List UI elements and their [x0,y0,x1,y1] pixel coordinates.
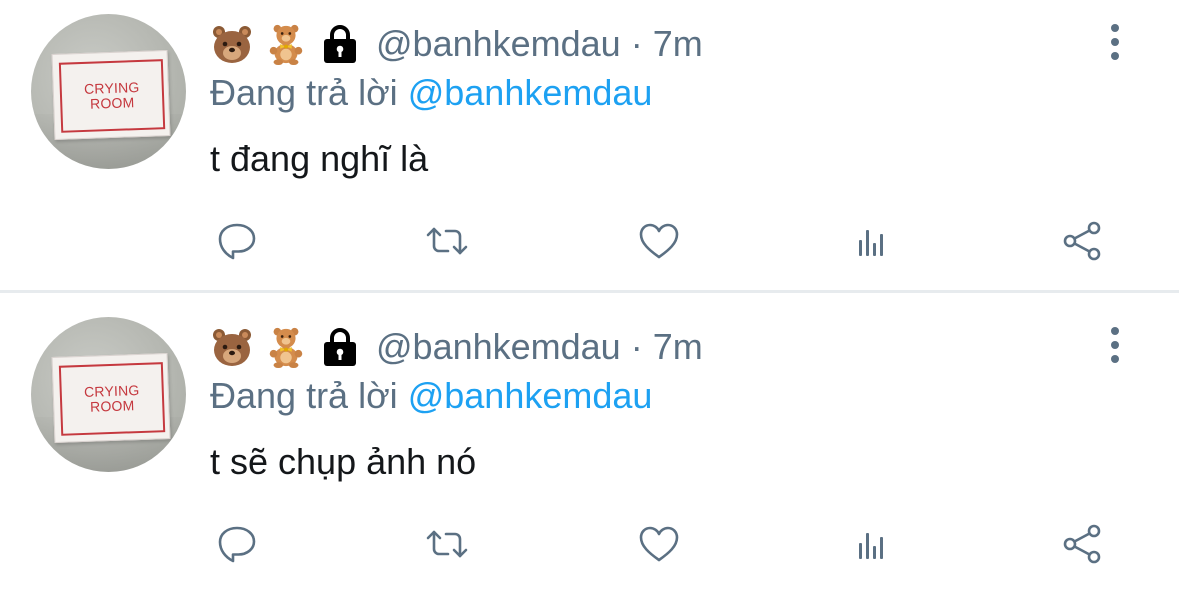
avatar[interactable]: CRYING ROOM [31,317,186,472]
tweet-divider [0,290,1179,293]
like-icon [636,521,682,571]
analytics-button[interactable] [846,218,896,268]
analytics-icon [848,521,894,571]
more-dot [1111,38,1119,46]
teddy-bear-icon [264,22,308,66]
tweet-meta[interactable]: @banhkemdau · 7m [376,326,703,368]
bear-face-icon [210,22,254,66]
reply-mention-link[interactable]: @banhkemdau [408,72,653,113]
lock-icon [318,22,362,66]
reply-prefix: Đang trả lời [210,375,398,416]
like-button[interactable] [634,521,684,571]
tweet[interactable]: CRYING ROOM @banhkemdau · 7m Đang trả lờ… [0,0,1179,290]
avatar-sign-line2: ROOM [89,397,135,415]
tweet-actions [0,521,1179,571]
avatar[interactable]: CRYING ROOM [31,14,186,169]
user-handle[interactable]: @banhkemdau [376,326,621,367]
more-dot [1111,327,1119,335]
tweet-header: @banhkemdau · 7m [210,16,703,72]
teddy-bear-icon [264,325,308,369]
share-icon [1059,521,1105,571]
retweet-button[interactable] [422,218,472,268]
retweet-button[interactable] [422,521,472,571]
more-options-button[interactable] [1100,20,1130,64]
tweet[interactable]: CRYING ROOM @banhkemdau · 7m Đang trả lờ… [0,303,1179,591]
reply-button[interactable] [212,521,262,571]
more-dot [1111,52,1119,60]
meta-separator: · [630,23,643,64]
share-icon [1059,218,1105,268]
replying-to: Đang trả lời @banhkemdau [210,375,652,417]
user-handle[interactable]: @banhkemdau [376,23,621,64]
reply-icon [214,521,260,571]
reply-button[interactable] [212,218,262,268]
tweet-time[interactable]: 7m [653,23,703,64]
more-options-button[interactable] [1100,323,1130,367]
bear-face-icon [210,325,254,369]
more-dot [1111,341,1119,349]
lock-icon [318,325,362,369]
tweet-time[interactable]: 7m [653,326,703,367]
avatar-sign: CRYING ROOM [51,50,171,140]
reply-prefix: Đang trả lời [210,72,398,113]
reply-mention-link[interactable]: @banhkemdau [408,375,653,416]
retweet-icon [424,521,470,571]
replying-to: Đang trả lời @banhkemdau [210,72,652,114]
share-button[interactable] [1057,521,1107,571]
more-dot [1111,355,1119,363]
tweet-text: t sẽ chụp ảnh nó [210,441,477,482]
meta-separator: · [630,326,643,367]
tweet-text: t đang nghĩ là [210,138,429,179]
like-icon [636,218,682,268]
avatar-sign: CRYING ROOM [51,353,171,443]
more-dot [1111,24,1119,32]
avatar-sign-line2: ROOM [89,94,135,112]
analytics-button[interactable] [846,521,896,571]
tweet-meta[interactable]: @banhkemdau · 7m [376,23,703,65]
analytics-icon [848,218,894,268]
retweet-icon [424,218,470,268]
like-button[interactable] [634,218,684,268]
tweet-actions [0,218,1179,268]
share-button[interactable] [1057,218,1107,268]
reply-icon [214,218,260,268]
tweet-header: @banhkemdau · 7m [210,319,703,375]
